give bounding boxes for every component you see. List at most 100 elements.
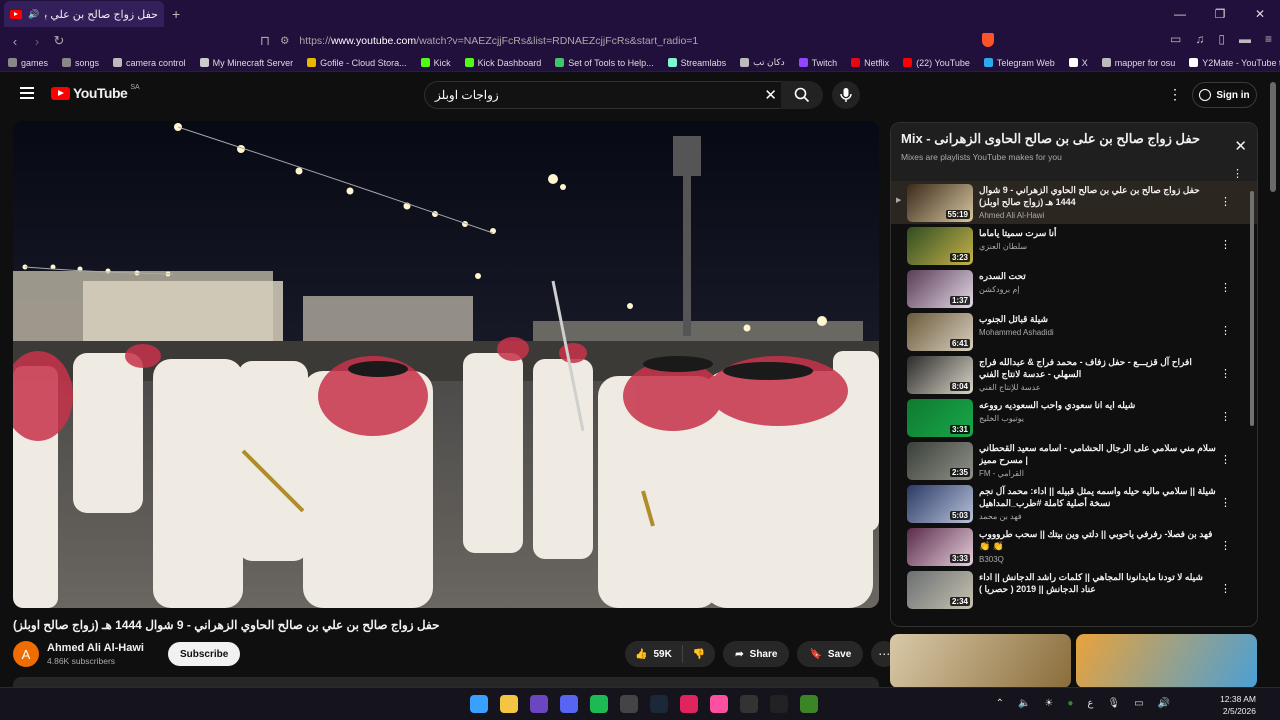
bookmark-item[interactable]: X (1068, 58, 1088, 68)
restore-icon[interactable]: ❐ (1200, 0, 1240, 28)
network-icon[interactable]: ▭ (1134, 698, 1143, 709)
bookmark-item[interactable]: Streamlabs (667, 58, 726, 68)
channel-name[interactable]: Ahmed Ali Al-Hawi (47, 642, 144, 654)
item-more-icon[interactable]: ⋮ (1220, 238, 1231, 251)
subscribe-button[interactable]: Subscribe (167, 642, 241, 666)
clear-search-icon[interactable]: ✕ (764, 86, 777, 104)
close-window-icon[interactable]: ✕ (1240, 0, 1280, 28)
playlist-item[interactable]: 6:41 شيلة قبائل الجنوب Mohammed Ashadidi ⋮ (891, 310, 1257, 353)
settings-more-icon[interactable]: ⋮ (1168, 86, 1182, 103)
item-more-icon[interactable]: ⋮ (1220, 281, 1231, 294)
speaker-icon[interactable]: 🔊 (1158, 698, 1170, 709)
microphone-tray-icon[interactable]: 🎙 (1107, 698, 1120, 709)
item-more-icon[interactable]: ⋮ (1220, 539, 1231, 552)
item-more-icon[interactable]: ⋮ (1220, 324, 1231, 337)
explorer-app-icon[interactable] (500, 695, 518, 713)
bookmark-item[interactable]: Y2Mate - YouTube t... (1189, 58, 1280, 68)
media-icon[interactable]: ♫ (1195, 32, 1204, 46)
site-settings-icon[interactable]: ⚙ (280, 35, 289, 47)
menu-icon[interactable]: ≡ (1265, 32, 1272, 46)
search-input[interactable]: زواجات اوبلز (435, 88, 756, 102)
like-button[interactable]: 👍 59K (625, 645, 683, 663)
bookmark-item[interactable]: Kick Dashboard (464, 58, 541, 68)
app-circle-app-icon[interactable] (770, 695, 788, 713)
brave-app-icon[interactable] (530, 695, 548, 713)
bookmark-page-icon[interactable]: ⊓ (254, 33, 276, 49)
bookmark-item[interactable]: songs (62, 58, 99, 68)
volume-icon[interactable]: 🔈 (1018, 698, 1030, 709)
playlist-thumbnail[interactable]: 2:34 (907, 571, 973, 609)
recommended-video-thumbnail[interactable] (890, 634, 1071, 688)
item-more-icon[interactable]: ⋮ (1220, 195, 1231, 208)
bookmark-item[interactable]: Twitch (798, 58, 837, 68)
bookmark-item[interactable]: دكان تب (740, 57, 785, 68)
item-more-icon[interactable]: ⋮ (1220, 582, 1231, 595)
playlist-item[interactable]: 2:34 شيله لا تودنا مايدانونا المجاهي || ك… (891, 568, 1257, 611)
playlist-item[interactable]: 3:31 شيله ايه انا سعودي واحب السعوديه روو… (891, 396, 1257, 439)
video-player[interactable] (13, 121, 879, 608)
youtube-logo[interactable]: YouTube SA (51, 84, 140, 101)
share-button[interactable]: ➦ Share (723, 641, 790, 667)
search-box[interactable]: زواجات اوبلز ✕ (424, 81, 788, 109)
bookmark-item[interactable]: Gofile - Cloud Stora... (307, 58, 407, 68)
bookmark-item[interactable]: games (8, 58, 48, 68)
sign-in-button[interactable]: Sign in (1192, 82, 1257, 108)
page-scrollbar[interactable] (1270, 82, 1276, 192)
item-more-icon[interactable]: ⋮ (1220, 453, 1231, 466)
playlist-item[interactable]: 8:04 افراح آل قزيـــع - حفل زفاف - محمد ف… (891, 353, 1257, 396)
app-pink-app-icon[interactable] (710, 695, 728, 713)
brightness-icon[interactable]: ☀ (1044, 698, 1053, 709)
sidebar-icon[interactable]: ▯ (1218, 32, 1225, 46)
item-more-icon[interactable]: ⋮ (1220, 496, 1231, 509)
discord-app-icon[interactable] (560, 695, 578, 713)
vpn-icon[interactable]: ▬ (1239, 32, 1251, 46)
description-box[interactable] (13, 677, 879, 687)
playlist-thumbnail[interactable]: 8:04 (907, 356, 973, 394)
forward-icon[interactable]: › (26, 34, 48, 49)
playlist-item[interactable]: 3:23 أنا سرت سميتا ياماما سلطان العنزي ⋮ (891, 224, 1257, 267)
language-indicator[interactable]: ع (1087, 698, 1093, 709)
close-panel-icon[interactable]: ✕ (1234, 137, 1247, 155)
playlist-thumbnail[interactable]: 55:19 (907, 184, 973, 222)
bookmark-item[interactable]: (22) YouTube (903, 58, 970, 68)
tray-chevron-icon[interactable]: ⌃ (996, 698, 1004, 709)
item-more-icon[interactable]: ⋮ (1220, 410, 1231, 423)
recommended-video-thumbnail[interactable] (1076, 634, 1257, 688)
new-tab-icon[interactable]: + (172, 6, 180, 22)
playlist-item[interactable]: 1:37 تحت السدره إم برودكشن ⋮ (891, 267, 1257, 310)
bookmark-item[interactable]: mapper for osu (1101, 58, 1175, 68)
playlist-thumbnail[interactable]: 3:31 (907, 399, 973, 437)
playlist-thumbnail[interactable]: 2:35 (907, 442, 973, 480)
chrome-app-icon[interactable] (620, 695, 638, 713)
spotify-app-icon[interactable] (590, 695, 608, 713)
clock[interactable]: 12:38 AM 2/5/2026 (1220, 693, 1256, 717)
item-more-icon[interactable]: ⋮ (1220, 367, 1231, 380)
steam-app-icon[interactable] (650, 695, 668, 713)
bookmark-item[interactable]: My Minecraft Server (199, 58, 293, 68)
audio-playing-icon[interactable]: 🔊 (28, 9, 39, 20)
mix-scroll-thumb[interactable] (1250, 191, 1254, 426)
bookmark-item[interactable]: Set of Tools to Help... (555, 58, 654, 68)
brave-shields-icon[interactable] (982, 33, 994, 47)
mix-more-icon[interactable]: ⋮ (1232, 167, 1243, 180)
browser-tab-active[interactable]: 🔊 حفل زواج صالح بن علي بن صالح الح (4, 1, 164, 27)
playlist-item[interactable]: 3:33 فهد بن فصلا- رفرفي ياحوبي || دلتي وي… (891, 525, 1257, 568)
voice-search-button[interactable] (832, 81, 860, 109)
minecraft-app-icon[interactable] (800, 695, 818, 713)
mix-scrollbar[interactable] (1249, 185, 1254, 625)
guide-menu-icon[interactable] (20, 87, 34, 99)
start-app-icon[interactable] (470, 695, 488, 713)
playlist-thumbnail[interactable]: 6:41 (907, 313, 973, 351)
minimize-icon[interactable]: — (1160, 0, 1200, 28)
dislike-button[interactable]: 👎 (683, 649, 715, 660)
playlist-thumbnail[interactable]: 5:03 (907, 485, 973, 523)
bookmark-item[interactable]: Telegram Web (983, 58, 1055, 68)
app-tray-icon[interactable]: ● (1067, 698, 1073, 709)
search-button[interactable] (781, 81, 823, 109)
reader-icon[interactable]: ▭ (1170, 32, 1181, 46)
playlist-item[interactable]: 2:35 سلام مني سلامي على الرجال الحشامي - … (891, 439, 1257, 482)
save-button[interactable]: 🔖 Save (797, 641, 864, 667)
bookmark-item[interactable]: Kick (420, 58, 451, 68)
playlist-thumbnail[interactable]: 3:23 (907, 227, 973, 265)
playlist-item[interactable]: ▶ 55:19 حفل زواج صالح بن علي بن صالح الحاو… (891, 181, 1257, 224)
